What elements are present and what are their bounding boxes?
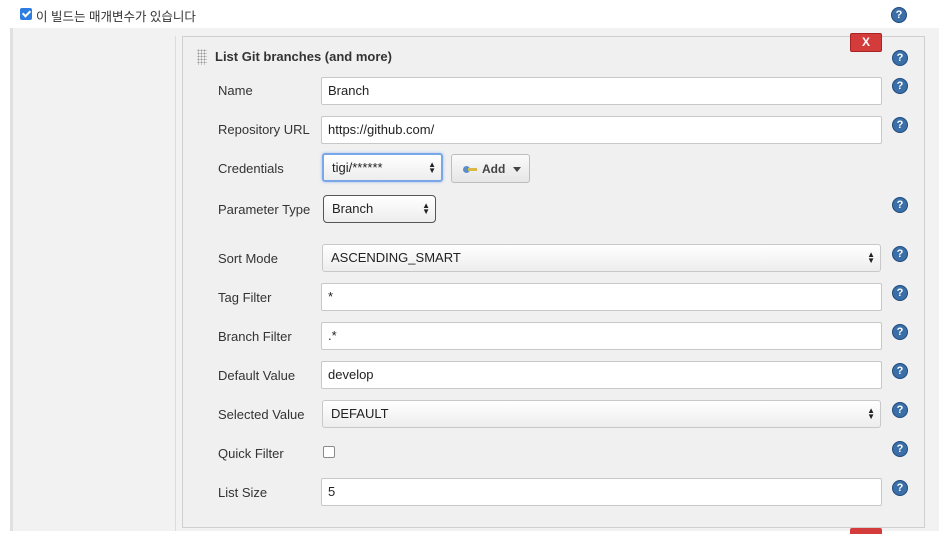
selected-value-value: DEFAULT	[331, 406, 389, 421]
add-credentials-button[interactable]: Add	[451, 154, 530, 183]
section-divider	[175, 36, 176, 531]
help-icon[interactable]: ?	[892, 117, 908, 133]
help-icon[interactable]: ?	[892, 480, 908, 496]
chevron-down-icon	[513, 167, 521, 172]
selected-value-select[interactable]: DEFAULT ▲ ▼	[322, 400, 881, 428]
name-label: Name	[218, 83, 253, 98]
git-parameter-panel	[182, 36, 925, 528]
parameter-type-select[interactable]: Branch ▲ ▼	[323, 195, 436, 223]
next-delete-button[interactable]	[850, 528, 882, 534]
list-size-label: List Size	[218, 485, 268, 500]
tag-filter-label: Tag Filter	[218, 290, 272, 305]
help-icon[interactable]: ?	[892, 285, 908, 301]
selected-value-label: Selected Value	[218, 407, 305, 422]
tag-filter-input[interactable]: *	[321, 283, 882, 311]
sort-mode-label: Sort Mode	[218, 251, 278, 266]
parameter-type-label: Parameter Type	[218, 202, 311, 217]
select-arrows-icon: ▲ ▼	[428, 159, 436, 175]
quick-filter-checkbox[interactable]	[323, 446, 335, 458]
help-icon[interactable]: ?	[892, 402, 908, 418]
drag-handle-icon[interactable]	[197, 49, 207, 65]
parameterized-checkbox[interactable]	[20, 8, 32, 20]
help-icon[interactable]: ?	[892, 324, 908, 340]
parameterized-label: 이 빌드는 매개변수가 있습니다	[36, 10, 196, 24]
select-arrows-icon: ▲ ▼	[422, 201, 430, 216]
add-label: Add	[482, 162, 506, 176]
help-icon[interactable]: ?	[892, 197, 908, 213]
repository-url-input[interactable]: https://github.com/	[321, 116, 882, 144]
quick-filter-label: Quick Filter	[218, 446, 284, 461]
credentials-select[interactable]: tigi/****** ▲ ▼	[322, 153, 443, 182]
branch-filter-label: Branch Filter	[218, 329, 292, 344]
sort-mode-select[interactable]: ASCENDING_SMART ▲ ▼	[322, 244, 881, 272]
sort-mode-value: ASCENDING_SMART	[331, 250, 461, 265]
parameter-type-value: Branch	[332, 201, 374, 216]
help-icon[interactable]: ?	[892, 363, 908, 379]
help-icon[interactable]: ?	[891, 7, 907, 23]
default-value-input[interactable]: develop	[321, 361, 882, 389]
select-arrows-icon: ▲ ▼	[867, 250, 875, 265]
help-icon[interactable]: ?	[892, 50, 908, 66]
default-value-label: Default Value	[218, 368, 296, 383]
help-icon[interactable]: ?	[892, 246, 908, 262]
branch-filter-input[interactable]: .*	[321, 322, 882, 350]
select-arrows-icon: ▲ ▼	[867, 406, 875, 421]
credentials-label: Credentials	[218, 161, 284, 176]
repository-url-label: Repository URL	[218, 122, 310, 137]
help-icon[interactable]: ?	[892, 78, 908, 94]
parameterized-build-row: 이 빌드는 매개변수가 있습니다	[0, 0, 939, 28]
credentials-value: tigi/******	[332, 160, 383, 175]
panel-title: List Git branches (and more)	[215, 49, 392, 64]
name-input[interactable]: Branch	[321, 77, 882, 105]
key-icon	[463, 166, 477, 173]
delete-parameter-button[interactable]: X	[850, 33, 882, 52]
help-icon[interactable]: ?	[892, 441, 908, 457]
list-size-input[interactable]: 5	[321, 478, 882, 506]
